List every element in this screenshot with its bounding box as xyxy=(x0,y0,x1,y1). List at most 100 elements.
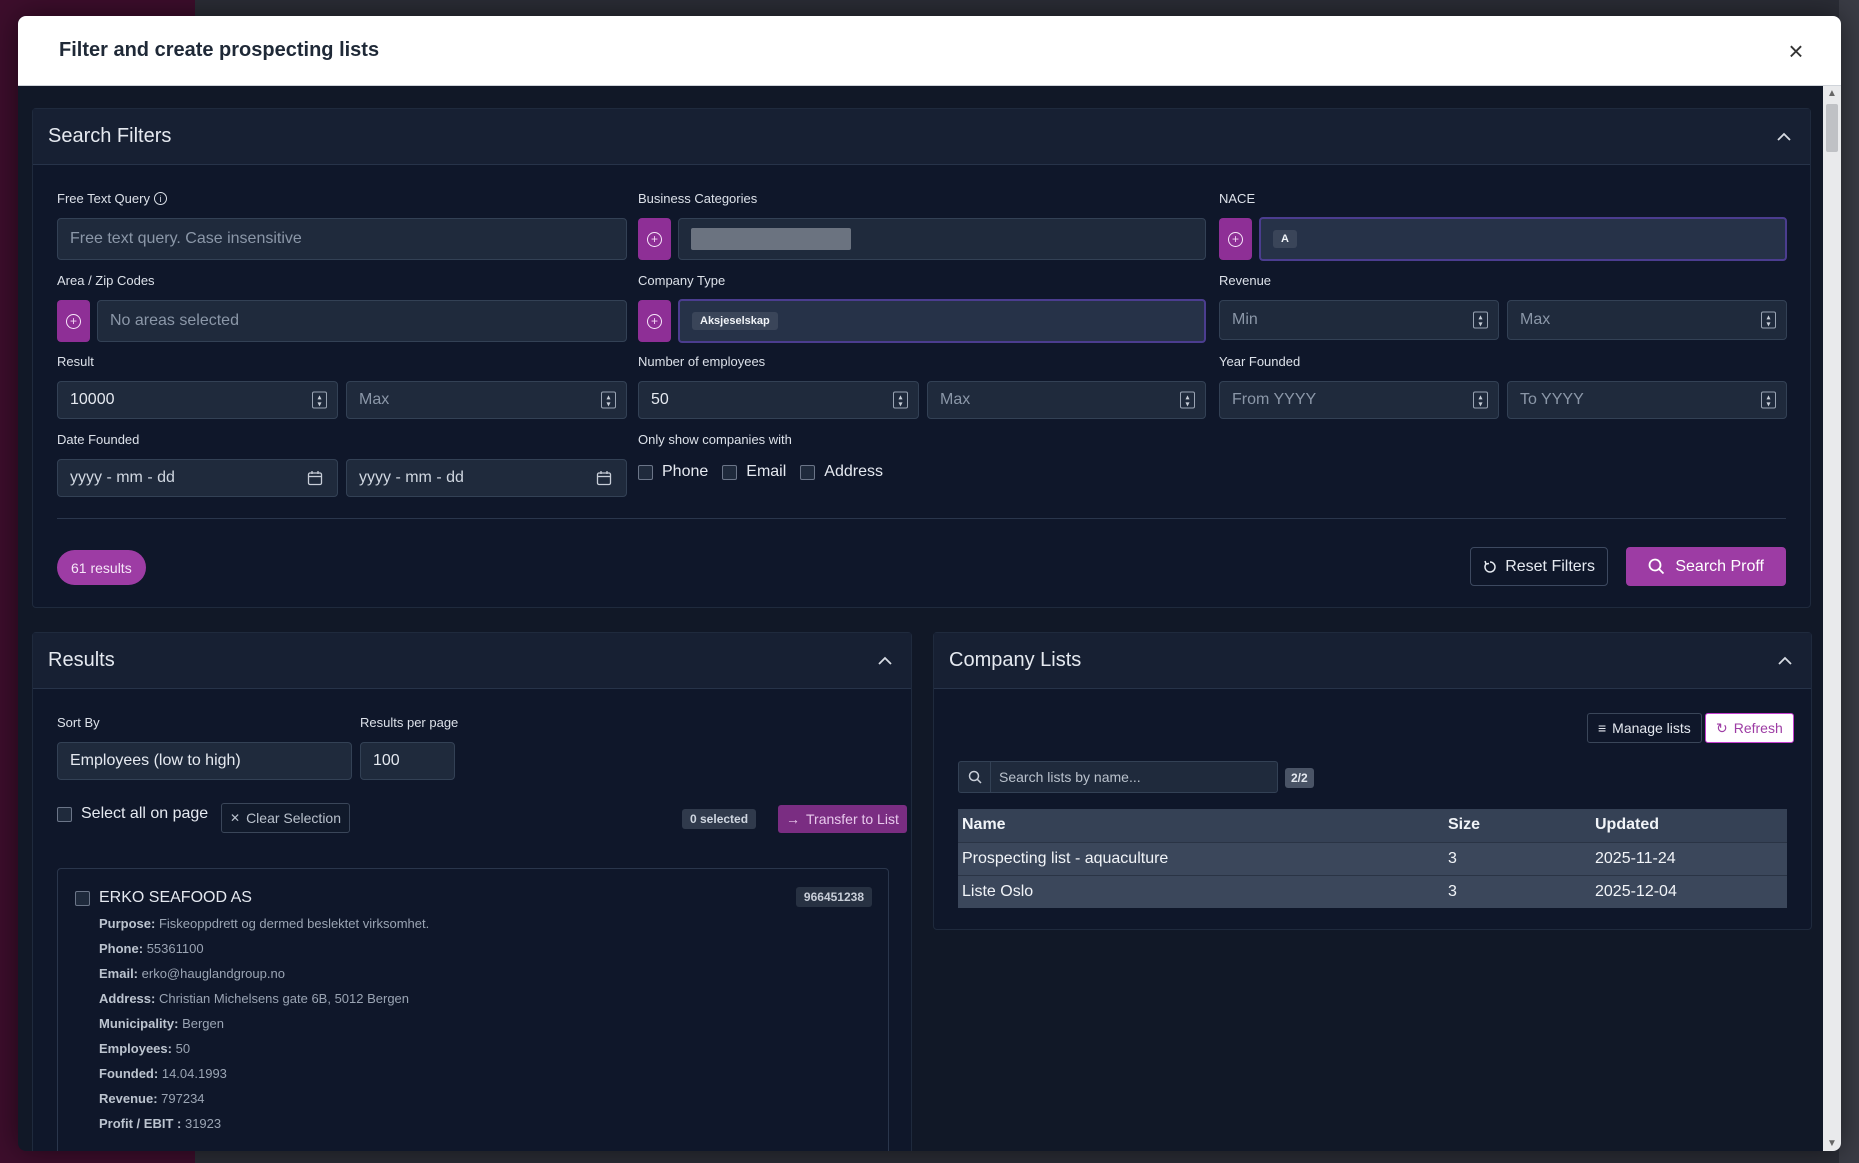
company-type-input[interactable]: Aksjeselskap xyxy=(678,299,1206,343)
table-row[interactable]: Prospecting list - aquaculture 3 2025-11… xyxy=(958,841,1787,875)
stepper-icon[interactable]: ▴ ▾ xyxy=(1180,391,1195,409)
column-header-name[interactable]: Name xyxy=(958,809,1444,842)
phone-checkbox[interactable] xyxy=(638,464,653,480)
year-to-input[interactable]: To YYYY ▴ ▾ xyxy=(1507,381,1787,419)
transfer-to-list-button[interactable]: → Transfer to List xyxy=(778,805,907,833)
revenue-max-input[interactable]: Max ▴ ▾ xyxy=(1507,300,1787,340)
date-to-input[interactable]: yyyy - mm - dd xyxy=(346,459,627,497)
chevron-up-icon[interactable] xyxy=(1776,132,1792,142)
arrow-right-icon: → xyxy=(786,811,800,827)
employees-min-input[interactable]: 50 ▴ ▾ xyxy=(638,381,919,419)
per-page-input[interactable]: 100 xyxy=(360,742,455,780)
calendar-icon[interactable] xyxy=(307,470,323,486)
refresh-button[interactable]: ↻ Refresh xyxy=(1705,713,1794,743)
close-button[interactable]: × xyxy=(1781,38,1811,64)
clear-selection-button[interactable]: ✕ Clear Selection xyxy=(221,803,350,833)
search-icon xyxy=(1648,558,1665,575)
plus-circle-icon: + xyxy=(66,313,81,329)
chevron-up-icon[interactable] xyxy=(1777,656,1793,666)
scroll-thumb[interactable] xyxy=(1826,104,1838,152)
list-search: Search lists by name... xyxy=(958,761,1278,793)
column-header-updated[interactable]: Updated xyxy=(1591,809,1787,842)
stepper-icon[interactable]: ▴ ▾ xyxy=(1473,391,1488,409)
org-number-badge: 966451238 xyxy=(795,887,872,907)
revenue-value: 797234 xyxy=(161,1091,205,1106)
email-label: Email: xyxy=(99,966,139,981)
scroll-down-icon[interactable]: ▼ xyxy=(1827,1138,1837,1149)
manage-lists-button[interactable]: ≡ Manage lists xyxy=(1587,713,1702,743)
company-lists-title: Company Lists xyxy=(949,649,1082,671)
list-item[interactable]: ERKO SEAFOOD AS 966451238 Purpose: Fiske… xyxy=(57,868,889,1151)
revenue-min-input[interactable]: Min ▴ ▾ xyxy=(1219,300,1499,340)
email-checkbox-label[interactable]: Email xyxy=(746,463,786,481)
stepper-icon[interactable]: ▴ ▾ xyxy=(1761,391,1776,409)
stepper-icon[interactable]: ▴ ▾ xyxy=(1761,311,1776,329)
sort-by-select[interactable]: Employees (low to high) xyxy=(57,742,352,780)
stepper-icon[interactable]: ▴ ▾ xyxy=(601,391,616,409)
date-from-input[interactable]: yyyy - mm - dd xyxy=(57,459,338,497)
add-nace-button[interactable]: + xyxy=(1219,218,1252,260)
result-min-value: 10000 xyxy=(70,391,115,408)
address-checkbox[interactable] xyxy=(800,464,816,480)
plus-circle-icon: + xyxy=(647,231,662,247)
table-row[interactable]: Liste Oslo 3 2025-12-04 xyxy=(958,874,1787,908)
refresh-icon: ↻ xyxy=(1716,719,1728,736)
add-company-type-button[interactable]: + xyxy=(638,300,671,342)
vertical-scrollbar[interactable]: ▲ ▼ xyxy=(1823,86,1841,1151)
company-lists-header[interactable]: Company Lists xyxy=(934,633,1811,689)
free-text-placeholder: Free text query. Case insensitive xyxy=(70,230,302,247)
revenue-label: Revenue xyxy=(1219,273,1272,288)
municipality-value: Bergen xyxy=(182,1016,224,1031)
year-from-input[interactable]: From YYYY ▴ ▾ xyxy=(1219,381,1499,419)
company-checkbox[interactable] xyxy=(75,891,90,906)
purpose-value: Fiskeoppdrett og dermed beslektet virkso… xyxy=(158,916,430,931)
results-card: Results Sort By Results per page Employe… xyxy=(32,632,912,1151)
select-all-row: Select all on page xyxy=(57,805,208,823)
employees-min-value: 50 xyxy=(651,391,669,408)
list-search-input[interactable]: Search lists by name... xyxy=(990,761,1278,793)
phone-checkbox-label[interactable]: Phone xyxy=(662,463,708,481)
search-filters-header[interactable]: Search Filters xyxy=(33,109,1810,165)
stepper-icon[interactable]: ▴ ▾ xyxy=(893,391,908,409)
add-area-button[interactable]: + xyxy=(57,300,90,342)
result-min-input[interactable]: 10000 ▴ ▾ xyxy=(57,381,338,419)
list-name-cell[interactable]: Prospecting list - aquaculture xyxy=(958,841,1444,875)
stepper-icon[interactable]: ▴ ▾ xyxy=(312,391,327,409)
email-line: Email: erko@hauglandgroup.no xyxy=(99,966,285,981)
revenue-min-placeholder: Min xyxy=(1232,311,1258,328)
select-all-label[interactable]: Select all on page xyxy=(81,805,208,823)
result-max-placeholder: Max xyxy=(359,391,390,408)
add-business-category-button[interactable]: + xyxy=(638,218,671,260)
results-title: Results xyxy=(48,649,115,671)
stepper-icon[interactable]: ▴ ▾ xyxy=(1473,311,1488,329)
email-checkbox[interactable] xyxy=(722,464,738,480)
search-proff-button[interactable]: Search Proff xyxy=(1626,547,1786,586)
free-text-input[interactable]: Free text query. Case insensitive xyxy=(57,218,627,260)
address-checkbox-label[interactable]: Address xyxy=(824,463,883,481)
business-categories-input[interactable] xyxy=(678,218,1206,260)
result-label: Result xyxy=(57,354,94,369)
results-header[interactable]: Results xyxy=(33,633,911,689)
employees-max-input[interactable]: Max ▴ ▾ xyxy=(927,381,1206,419)
info-icon[interactable]: i xyxy=(153,192,167,205)
select-all-checkbox[interactable] xyxy=(57,806,72,822)
nace-chip[interactable]: A xyxy=(1273,230,1297,248)
search-filters-card: Search Filters Free Text Query i Busines… xyxy=(32,108,1811,608)
column-header-size[interactable]: Size xyxy=(1444,809,1591,842)
chevron-up-icon[interactable] xyxy=(877,656,893,666)
area-input[interactable]: No areas selected xyxy=(97,300,627,342)
date-to-placeholder: yyyy - mm - dd xyxy=(359,469,464,486)
list-name-cell[interactable]: Liste Oslo xyxy=(958,874,1444,908)
reset-filters-button[interactable]: Reset Filters xyxy=(1470,547,1608,586)
purpose-line: Purpose: Fiskeoppdrett og dermed beslekt… xyxy=(99,916,429,931)
calendar-icon[interactable] xyxy=(596,470,612,486)
employees-label: Number of employees xyxy=(638,354,766,369)
reset-filters-label: Reset Filters xyxy=(1505,557,1595,575)
free-text-label: Free Text Query i xyxy=(57,191,167,206)
result-max-input[interactable]: Max ▴ ▾ xyxy=(346,381,627,419)
company-type-chip[interactable]: Aksjeselskap xyxy=(692,312,778,330)
nace-input[interactable]: A xyxy=(1259,217,1787,261)
scroll-up-icon[interactable]: ▲ xyxy=(1827,88,1837,99)
address-line: Address: Christian Michelsens gate 6B, 5… xyxy=(99,991,409,1006)
area-label: Area / Zip Codes xyxy=(57,273,155,288)
